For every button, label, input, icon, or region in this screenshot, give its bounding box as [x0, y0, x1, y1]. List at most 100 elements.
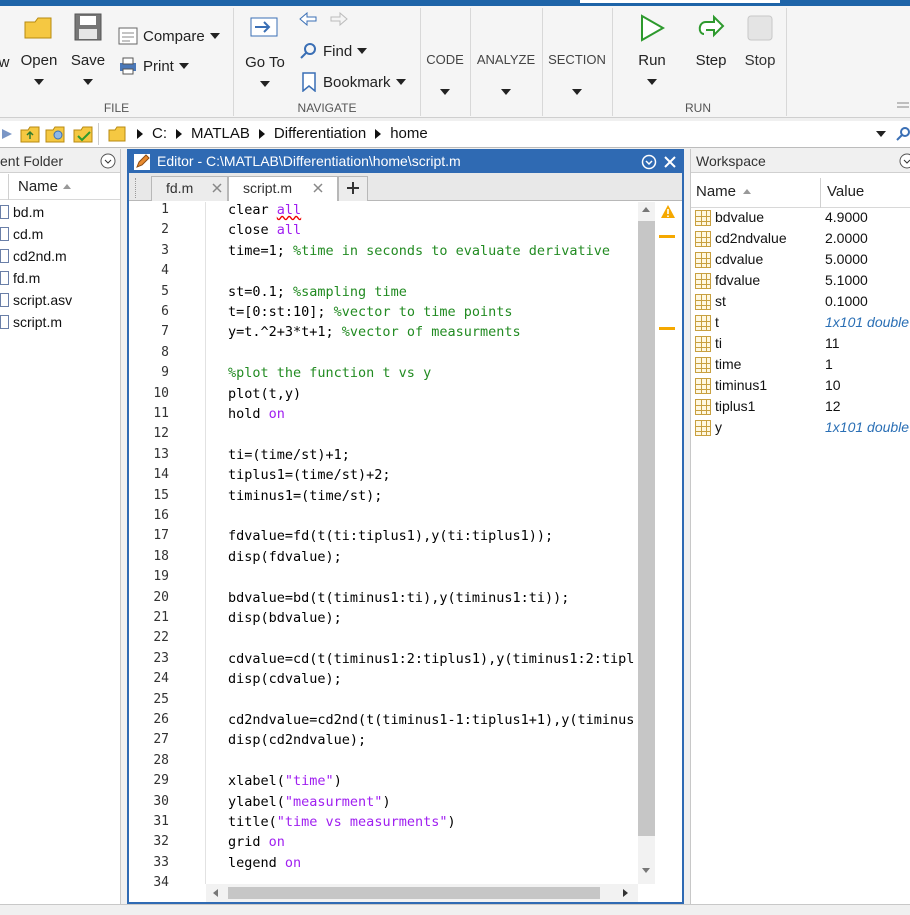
workspace-variable-row[interactable]: st 0.1000 — [691, 293, 910, 314]
variable-matrix-icon — [695, 231, 711, 247]
variable-matrix-icon — [695, 336, 711, 352]
bookmark-icon — [302, 72, 316, 92]
variable-value: 11 — [825, 335, 840, 351]
scroll-left-icon[interactable] — [213, 889, 218, 897]
name-column-label: Name — [18, 178, 59, 195]
code-button[interactable]: CODE — [421, 52, 469, 98]
save-disk-icon — [74, 13, 102, 41]
file-item[interactable]: script.m — [0, 314, 62, 330]
code-analyzer-bar[interactable] — [656, 202, 682, 884]
workspace-panel: Workspace Name Value bdvalue 4.9000 cd2ndv… — [690, 149, 910, 915]
scroll-right-icon[interactable] — [623, 889, 628, 897]
search-icon[interactable] — [896, 126, 910, 142]
nav-back-icon[interactable] — [0, 127, 14, 141]
workspace-variable-row[interactable]: fdvalue 5.1000 — [691, 272, 910, 293]
find-button[interactable]: Find — [300, 42, 368, 60]
file-item[interactable]: cd.m — [0, 226, 43, 242]
editor-actions-icon[interactable] — [641, 154, 657, 170]
editor-title-bar: Editor - C:\MATLAB\Differentiation\home\… — [129, 151, 682, 173]
panel-actions-icon[interactable] — [100, 153, 116, 169]
panel-actions-icon[interactable] — [899, 153, 910, 169]
compare-button[interactable]: Compare — [118, 26, 220, 46]
tab-fd-m[interactable]: fd.m — [151, 176, 228, 201]
code-line: t=[0:st:10]; %vector to time points — [228, 304, 513, 320]
bookmark-button[interactable]: Bookmark — [300, 72, 406, 92]
workspace-variable-row[interactable]: cd2ndvalue 2.0000 — [691, 230, 910, 251]
goto-arrow-icon — [250, 17, 278, 37]
navigate-group-label: NAVIGATE — [297, 101, 357, 115]
goto-button[interactable]: Go To — [240, 14, 290, 92]
workspace-variable-row[interactable]: timinus1 10 — [691, 377, 910, 398]
warning-marker[interactable] — [659, 327, 675, 330]
tab-close-icon[interactable] — [313, 183, 323, 193]
step-arrow-icon — [698, 14, 725, 38]
save-button[interactable]: Save — [68, 12, 108, 90]
breadcrumb-item[interactable]: home — [390, 125, 428, 142]
variable-name: timinus1 — [715, 377, 768, 393]
section-label: SECTION — [548, 52, 606, 67]
variable-name: time — [715, 356, 742, 372]
step-button[interactable]: Step — [688, 14, 734, 69]
file-item[interactable]: script.asv — [0, 292, 72, 308]
warning-marker[interactable] — [659, 235, 675, 238]
code-area[interactable]: clear all close all time=1; %time in sec… — [129, 202, 638, 884]
breadcrumb-item[interactable]: MATLAB — [191, 125, 250, 142]
print-button[interactable]: Print — [118, 56, 189, 76]
variable-name: cd2ndvalue — [715, 230, 787, 246]
workspace-variable-row[interactable]: time 1 — [691, 356, 910, 377]
tab-close-icon[interactable] — [212, 183, 222, 193]
find-files-icon[interactable] — [73, 124, 95, 144]
save-chevron-down-icon — [83, 79, 93, 86]
horizontal-scroll-thumb[interactable] — [228, 887, 600, 899]
workspace-column-header[interactable]: Name Value — [691, 178, 910, 208]
workspace-variable-row[interactable]: bdvalue 4.9000 — [691, 209, 910, 230]
workspace-variable-row[interactable]: y 1x101 double — [691, 419, 910, 440]
workspace-variable-row[interactable]: ti 11 — [691, 335, 910, 356]
workspace-variable-row[interactable]: t 1x101 double — [691, 314, 910, 335]
breadcrumb-item[interactable]: Differentiation — [274, 125, 366, 142]
close-icon[interactable] — [663, 155, 677, 169]
analyze-button[interactable]: ANALYZE — [471, 52, 541, 98]
code-line: xlabel("time") — [228, 773, 342, 790]
file-item[interactable]: cd2nd.m — [0, 248, 67, 264]
address-dropdown-icon[interactable] — [876, 131, 886, 137]
toolstrip-divider — [786, 8, 787, 116]
workspace-variable-row[interactable]: cdvalue 5.0000 — [691, 251, 910, 272]
current-folder-column-header[interactable]: Name — [0, 174, 120, 200]
editor-panel: Editor - C:\MATLAB\Differentiation\home\… — [127, 149, 684, 904]
scroll-down-icon[interactable] — [642, 868, 650, 873]
stop-button[interactable]: Stop — [738, 14, 782, 69]
value-column-label: Value — [827, 183, 865, 200]
file-item[interactable]: bd.m — [0, 204, 44, 220]
scroll-up-icon[interactable] — [642, 207, 650, 212]
up-folder-icon[interactable] — [20, 124, 40, 144]
variable-name: bdvalue — [715, 209, 765, 225]
plus-icon — [347, 182, 359, 194]
workspace-title-bar: Workspace — [691, 149, 910, 173]
section-button[interactable]: SECTION — [543, 52, 611, 98]
warning-icon[interactable] — [660, 204, 676, 219]
editor-pencil-icon — [134, 154, 150, 170]
code-line: st=0.1; %sampling time — [228, 283, 407, 300]
back-arrow-icon[interactable] — [298, 12, 318, 26]
breadcrumb-item[interactable]: C: — [152, 125, 167, 142]
variable-value: 1 — [825, 356, 833, 372]
tab-script-m[interactable]: script.m — [228, 176, 338, 201]
variable-name: ti — [715, 335, 722, 351]
goto-chevron-down-icon — [260, 81, 270, 88]
code-chevron-down-icon — [440, 88, 450, 95]
code-line: disp(fdvalue); — [228, 548, 342, 565]
browse-folder-icon[interactable] — [45, 124, 67, 144]
variable-matrix-icon — [695, 315, 711, 331]
vertical-scroll-thumb[interactable] — [638, 221, 655, 836]
forward-arrow-icon[interactable] — [329, 12, 349, 26]
new-tab-button[interactable] — [338, 176, 368, 201]
new-button[interactable]: w — [0, 54, 12, 71]
variable-matrix-icon — [695, 252, 711, 268]
file-item[interactable]: fd.m — [0, 270, 40, 286]
run-button[interactable]: Run — [626, 14, 678, 90]
workspace-variable-row[interactable]: tiplus1 12 — [691, 398, 910, 419]
collapse-toolstrip-icon[interactable] — [896, 98, 910, 112]
open-button[interactable]: Open — [18, 14, 60, 90]
new-label: w — [0, 54, 10, 71]
